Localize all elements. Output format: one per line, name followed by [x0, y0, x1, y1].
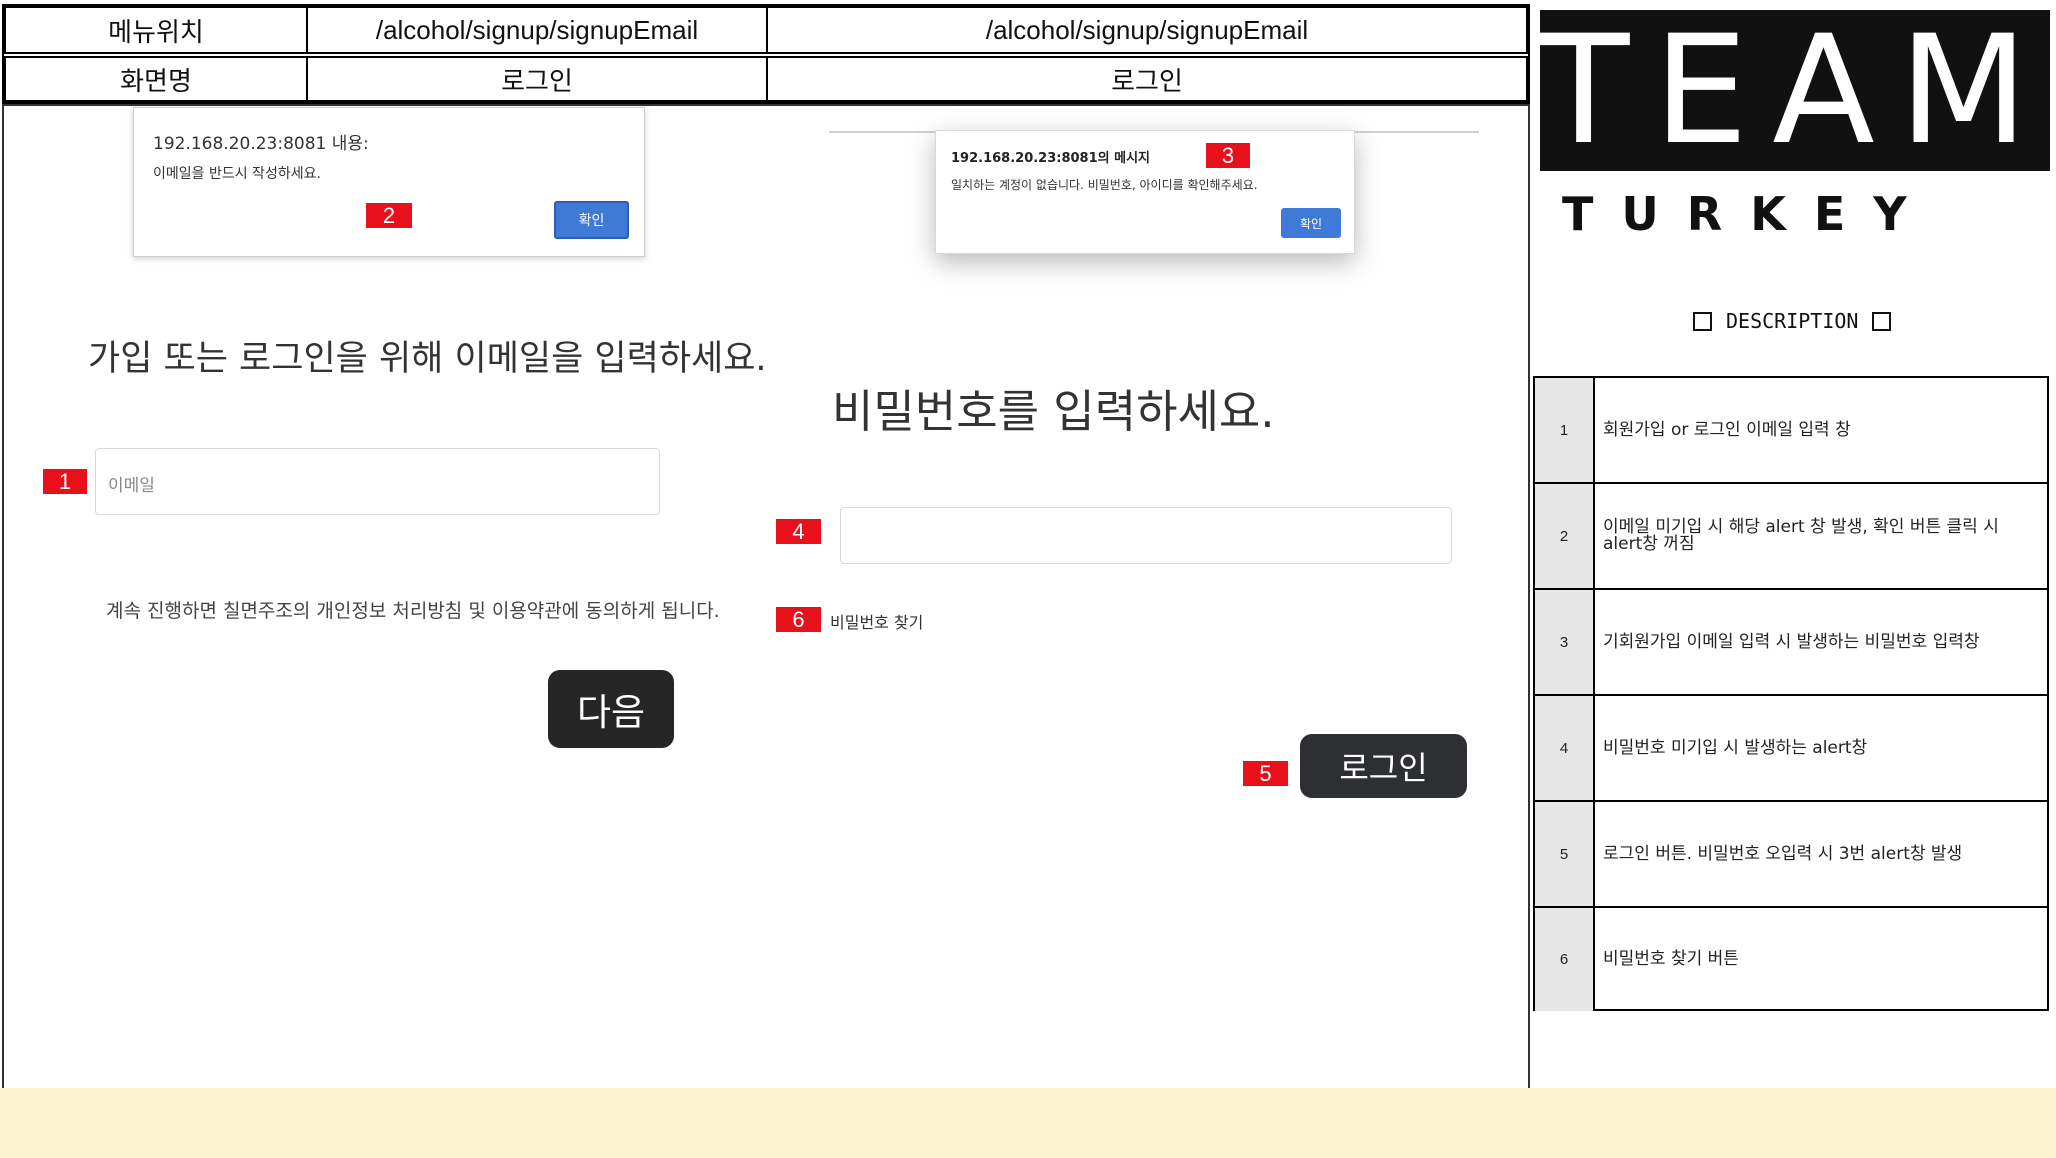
alert-message: 이메일을 반드시 작성하세요.: [153, 166, 321, 182]
next-button[interactable]: 다음: [548, 670, 674, 748]
menu-label-cell: 메뉴위치: [4, 6, 308, 54]
email-input[interactable]: 이메일: [95, 448, 660, 515]
marker-1: 1: [43, 469, 87, 494]
alert-ok-button[interactable]: 확인: [1281, 208, 1341, 238]
email-page-heading: 가입 또는 로그인을 위해 이메일을 입력하세요.: [88, 339, 767, 379]
description-row-4: 4 비밀번호 미기입 시 발생하는 alert창: [1535, 694, 2047, 800]
login-button[interactable]: 로그인: [1300, 734, 1467, 798]
checkbox-icon: [1693, 311, 1712, 331]
row-number: 4: [1535, 696, 1595, 800]
marker-6: 6: [776, 607, 821, 632]
screen-value-right: 로그인: [766, 56, 1528, 102]
description-row-1: 1 회원가입 or 로그인 이메일 입력 창: [1535, 376, 2047, 482]
checkbox-icon: [1872, 311, 1892, 331]
alert-ok-button[interactable]: 확인: [554, 201, 629, 239]
email-placeholder: 이메일: [108, 476, 155, 496]
row-text: 기회원가입 이메일 입력 시 발생하는 비밀번호 입력창: [1603, 631, 1980, 652]
description-row-2: 2 이메일 미기입 시 해당 alert 창 발생, 확인 버튼 클릭 시 al…: [1535, 482, 2047, 588]
row-text: 로그인 버튼. 비밀번호 오입력 시 3번 alert창 발생: [1603, 843, 1963, 864]
screen-value-left: 로그인: [306, 56, 768, 102]
row-number: 1: [1535, 378, 1595, 482]
password-page-heading: 비밀번호를 입력하세요.: [832, 385, 1275, 438]
marker-5: 5: [1243, 761, 1288, 786]
menu-value-right: /alcohol/signup/signupEmail: [766, 6, 1528, 54]
description-row-5: 5 로그인 버튼. 비밀번호 오입력 시 3번 alert창 발생: [1535, 800, 2047, 906]
email-required-alert: 192.168.20.23:8081 내용: 이메일을 반드시 작성하세요. 확…: [133, 107, 645, 257]
row-number: 2: [1535, 484, 1595, 588]
row-text: 회원가입 or 로그인 이메일 입력 창: [1603, 419, 1851, 440]
marker-4: 4: [776, 519, 821, 544]
marker-3: 3: [1206, 143, 1250, 168]
team-logo-text: TEAM: [1540, 10, 2050, 171]
row-number: 5: [1535, 802, 1595, 906]
alert-title: 192.168.20.23:8081의 메시지: [951, 151, 1151, 166]
description-row-3: 3 기회원가입 이메일 입력 시 발생하는 비밀번호 입력창: [1535, 588, 2047, 694]
team-logo: TEAM: [1540, 10, 2050, 171]
alert-message: 일치하는 계정이 없습니다. 비밀번호, 아이디를 확인해주세요.: [951, 178, 1258, 192]
description-table: 1 회원가입 or 로그인 이메일 입력 창 2 이메일 미기입 시 해당 al…: [1533, 376, 2049, 1011]
row-text: 비밀번호 찾기 버튼: [1603, 949, 1739, 969]
password-input[interactable]: [840, 507, 1452, 564]
turkey-wordmark: T U R K E Y: [1562, 187, 1913, 241]
description-title: DESCRIPTION: [1693, 309, 1892, 333]
no-account-alert: 192.168.20.23:8081의 메시지 일치하는 계정이 없습니다. 비…: [935, 130, 1355, 254]
row-number: 3: [1535, 590, 1595, 694]
description-title-text: DESCRIPTION: [1726, 309, 1859, 333]
marker-2: 2: [366, 203, 412, 228]
row-text: 비밀번호 미기입 시 발생하는 alert창: [1603, 737, 1868, 758]
find-password-link[interactable]: 비밀번호 찾기: [830, 609, 923, 633]
menu-value-left: /alcohol/signup/signupEmail: [306, 6, 768, 54]
footer-band: [0, 1088, 2056, 1158]
description-row-6: 6 비밀번호 찾기 버튼: [1535, 906, 2047, 1011]
alert-title: 192.168.20.23:8081 내용:: [153, 134, 369, 154]
row-number: 6: [1535, 908, 1595, 1011]
row-text: 이메일 미기입 시 해당 alert 창 발생, 확인 버튼 클릭 시 aler…: [1603, 517, 1999, 554]
screen-label-cell: 화면명: [4, 56, 308, 102]
consent-text: 계속 진행하면 칠면주조의 개인정보 처리방침 및 이용약관에 동의하게 됩니다…: [106, 600, 720, 622]
